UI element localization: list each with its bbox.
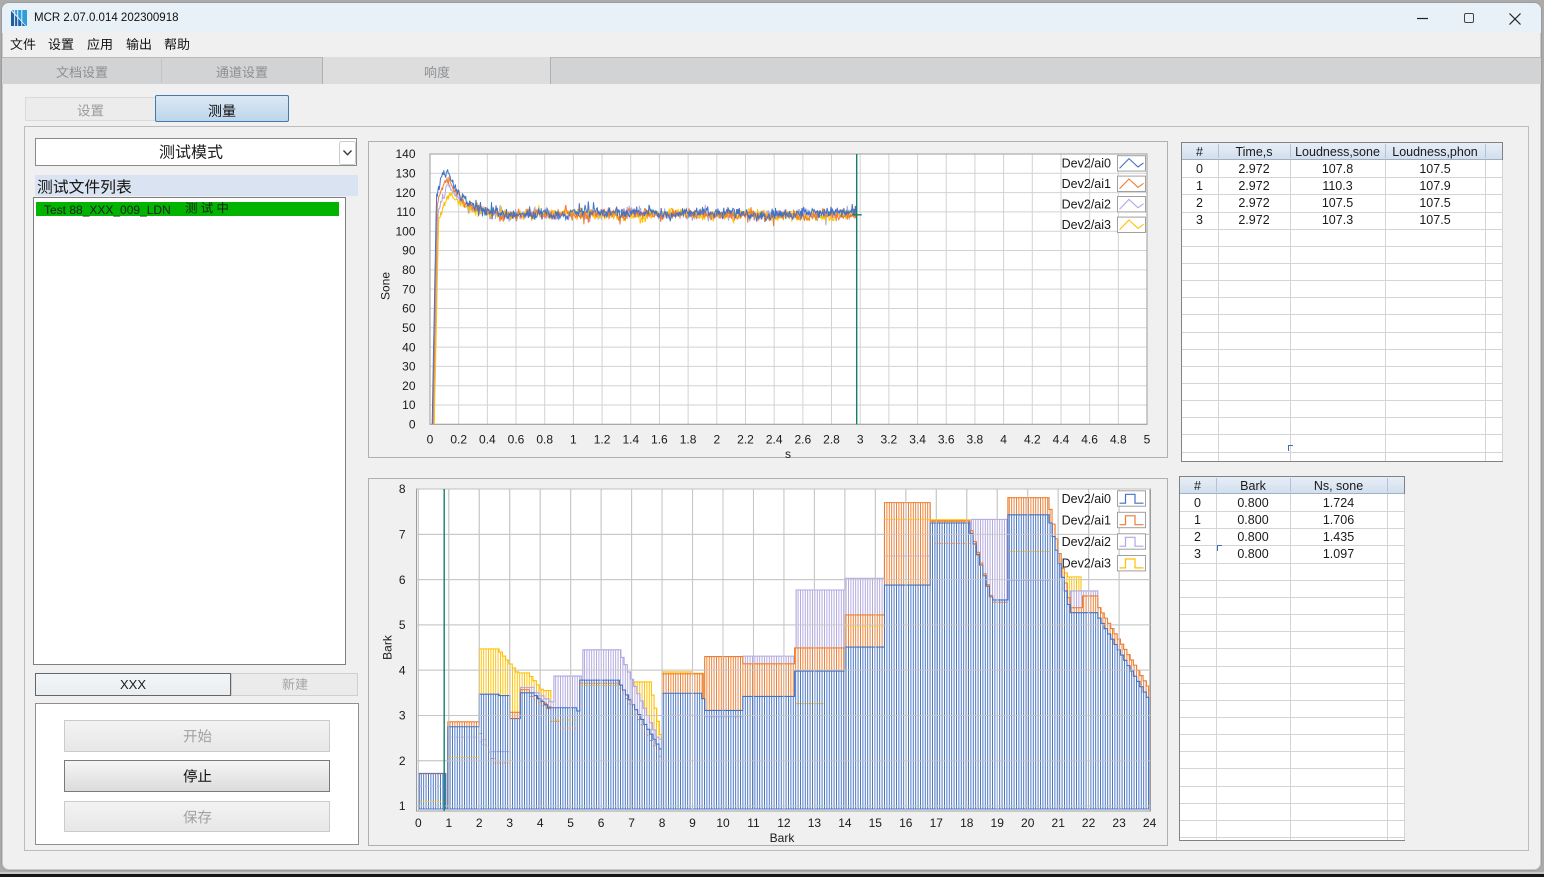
svg-text:2: 2 [476, 816, 483, 830]
svg-text:1: 1 [570, 432, 577, 446]
svg-text:2: 2 [399, 754, 406, 768]
svg-text:Dev2/ai2: Dev2/ai2 [1062, 198, 1111, 212]
svg-text:10: 10 [716, 816, 730, 830]
svg-text:14: 14 [838, 816, 852, 830]
svg-text:22: 22 [1082, 816, 1096, 830]
svg-text:7: 7 [399, 528, 406, 542]
svg-text:1.4: 1.4 [622, 432, 639, 446]
svg-text:13: 13 [808, 816, 822, 830]
svg-text:0: 0 [409, 418, 416, 432]
svg-text:4: 4 [537, 816, 544, 830]
svg-text:2.6: 2.6 [794, 432, 811, 446]
svg-text:3.8: 3.8 [967, 432, 984, 446]
svg-text:19: 19 [991, 816, 1005, 830]
svg-text:1.8: 1.8 [680, 432, 697, 446]
svg-text:2.4: 2.4 [766, 432, 783, 446]
svg-text:0.2: 0.2 [450, 432, 467, 446]
svg-text:8: 8 [659, 816, 666, 830]
svg-text:1: 1 [445, 816, 452, 830]
svg-text:70: 70 [402, 282, 416, 296]
svg-text:Dev2/ai0: Dev2/ai0 [1062, 492, 1111, 506]
svg-text:30: 30 [402, 360, 416, 374]
svg-text:23: 23 [1112, 816, 1126, 830]
svg-text:Bark: Bark [381, 634, 395, 660]
svg-text:130: 130 [395, 167, 415, 181]
svg-text:0: 0 [415, 816, 422, 830]
svg-text:Dev2/ai0: Dev2/ai0 [1062, 157, 1111, 171]
svg-text:4: 4 [399, 663, 406, 677]
svg-text:3.4: 3.4 [909, 432, 926, 446]
svg-text:0: 0 [427, 432, 434, 446]
svg-text:1.2: 1.2 [594, 432, 611, 446]
svg-text:s: s [785, 447, 791, 461]
svg-text:80: 80 [402, 263, 416, 277]
svg-text:10: 10 [402, 398, 416, 412]
svg-text:17: 17 [930, 816, 944, 830]
svg-text:5: 5 [399, 618, 406, 632]
svg-text:3.6: 3.6 [938, 432, 955, 446]
svg-text:4.2: 4.2 [1024, 432, 1041, 446]
svg-text:3: 3 [399, 709, 406, 723]
svg-text:20: 20 [1021, 816, 1035, 830]
svg-text:5: 5 [567, 816, 574, 830]
svg-text:20: 20 [402, 379, 416, 393]
svg-text:40: 40 [402, 340, 416, 354]
svg-text:4.4: 4.4 [1053, 432, 1070, 446]
svg-text:3: 3 [857, 432, 864, 446]
svg-text:2.8: 2.8 [823, 432, 840, 446]
svg-text:4.8: 4.8 [1110, 432, 1127, 446]
svg-text:8: 8 [399, 482, 406, 496]
svg-text:140: 140 [395, 147, 415, 161]
svg-text:0.8: 0.8 [536, 432, 553, 446]
svg-text:60: 60 [402, 302, 416, 316]
svg-text:9: 9 [689, 816, 696, 830]
svg-text:90: 90 [402, 244, 416, 258]
svg-text:50: 50 [402, 321, 416, 335]
svg-text:0.6: 0.6 [508, 432, 525, 446]
svg-text:Dev2/ai3: Dev2/ai3 [1062, 557, 1111, 571]
svg-text:6: 6 [598, 816, 605, 830]
svg-text:3.2: 3.2 [881, 432, 898, 446]
svg-text:100: 100 [395, 224, 415, 238]
svg-text:1: 1 [399, 799, 406, 813]
svg-text:24: 24 [1143, 816, 1157, 830]
svg-text:120: 120 [395, 186, 415, 200]
svg-text:21: 21 [1052, 816, 1066, 830]
svg-text:11: 11 [747, 816, 760, 830]
svg-text:2: 2 [713, 432, 720, 446]
svg-text:6: 6 [399, 573, 406, 587]
svg-text:7: 7 [628, 816, 635, 830]
svg-text:Bark: Bark [770, 831, 796, 845]
svg-text:5: 5 [1144, 432, 1151, 446]
svg-text:3: 3 [506, 816, 513, 830]
svg-text:Dev2/ai2: Dev2/ai2 [1062, 535, 1111, 549]
svg-text:0.4: 0.4 [479, 432, 496, 446]
svg-text:18: 18 [960, 816, 974, 830]
svg-text:12: 12 [777, 816, 791, 830]
svg-text:110: 110 [396, 205, 415, 219]
svg-text:2.2: 2.2 [737, 432, 754, 446]
svg-text:4: 4 [1000, 432, 1007, 446]
svg-text:15: 15 [869, 816, 883, 830]
svg-text:Dev2/ai3: Dev2/ai3 [1062, 218, 1111, 232]
svg-text:1.6: 1.6 [651, 432, 668, 446]
svg-text:Dev2/ai1: Dev2/ai1 [1062, 513, 1111, 527]
svg-text:4.6: 4.6 [1081, 432, 1098, 446]
svg-text:Sone: Sone [379, 272, 393, 300]
svg-text:Dev2/ai1: Dev2/ai1 [1062, 177, 1111, 191]
svg-text:16: 16 [899, 816, 913, 830]
